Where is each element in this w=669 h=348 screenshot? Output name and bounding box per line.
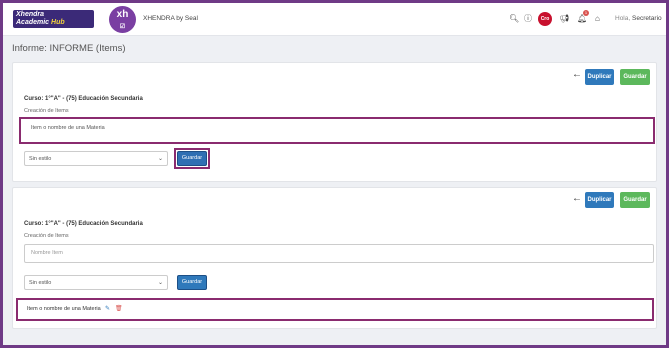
user-menu[interactable]: Hola, Secretario: [615, 15, 662, 22]
save-button-highlight: [174, 148, 210, 169]
brand-avatar-mark: ☑: [119, 24, 126, 30]
item-name-input[interactable]: Nombre Item: [24, 244, 654, 263]
style-select[interactable]: Sin estilo ⌄: [24, 151, 168, 166]
trash-icon[interactable]: 🗑︎: [115, 305, 123, 312]
app-frame: Xhendra Academic Hub xh ☑ XHENDRA by Seal…: [3, 3, 666, 345]
duplicate-button[interactable]: Duplicar: [585, 69, 614, 85]
page-title: Informe: INFORME (Items): [12, 43, 126, 54]
notification-badge: 1: [583, 10, 589, 16]
home-icon[interactable]: ⌂: [595, 14, 600, 24]
section-label: Creación de Items: [24, 108, 69, 114]
megaphone-icon[interactable]: 📢︎: [559, 14, 569, 24]
chevron-down-icon: ⌄: [157, 156, 163, 162]
section-label: Creación de Items: [24, 233, 69, 239]
brand-name: XHENDRA by Seal: [143, 15, 198, 22]
language-badge[interactable]: Cro: [538, 12, 552, 26]
back-arrow-icon[interactable]: ←: [572, 194, 582, 204]
input-highlight: [19, 117, 655, 144]
logo-line2: Academic Hub: [16, 18, 65, 26]
items-card-2: ← Duplicar Guardar Curso: 1°"A" - (75) E…: [12, 187, 657, 329]
edit-icon[interactable]: ✎: [105, 305, 110, 312]
top-navbar: Xhendra Academic Hub xh ☑ XHENDRA by Seal…: [3, 3, 666, 36]
save-button[interactable]: Guardar: [177, 275, 207, 290]
brand-avatar[interactable]: xh ☑: [109, 6, 136, 33]
back-arrow-icon[interactable]: ←: [572, 70, 582, 80]
course-label: Curso: 1°"A" - (75) Educación Secundaria: [24, 96, 143, 102]
duplicate-button[interactable]: Duplicar: [585, 192, 614, 208]
course-label: Curso: 1°"A" - (75) Educación Secundaria: [24, 221, 143, 227]
item-row-highlight: [16, 298, 654, 321]
logo-line1: Xhendra: [16, 11, 45, 18]
app-logo[interactable]: Xhendra Academic Hub: [13, 10, 94, 28]
help-icon[interactable]: ⓘ: [524, 14, 532, 24]
style-select[interactable]: Sin estilo ⌄: [24, 275, 168, 290]
items-card-1: ← Duplicar Guardar Curso: 1°"A" - (75) E…: [12, 62, 657, 182]
save-top-button[interactable]: Guardar: [620, 192, 650, 208]
chevron-down-icon: ⌄: [157, 280, 163, 286]
save-top-button[interactable]: Guardar: [620, 69, 650, 85]
item-name-text: Item o nombre de una Materia: [27, 306, 101, 312]
search-icon[interactable]: 🔍︎: [509, 14, 519, 24]
